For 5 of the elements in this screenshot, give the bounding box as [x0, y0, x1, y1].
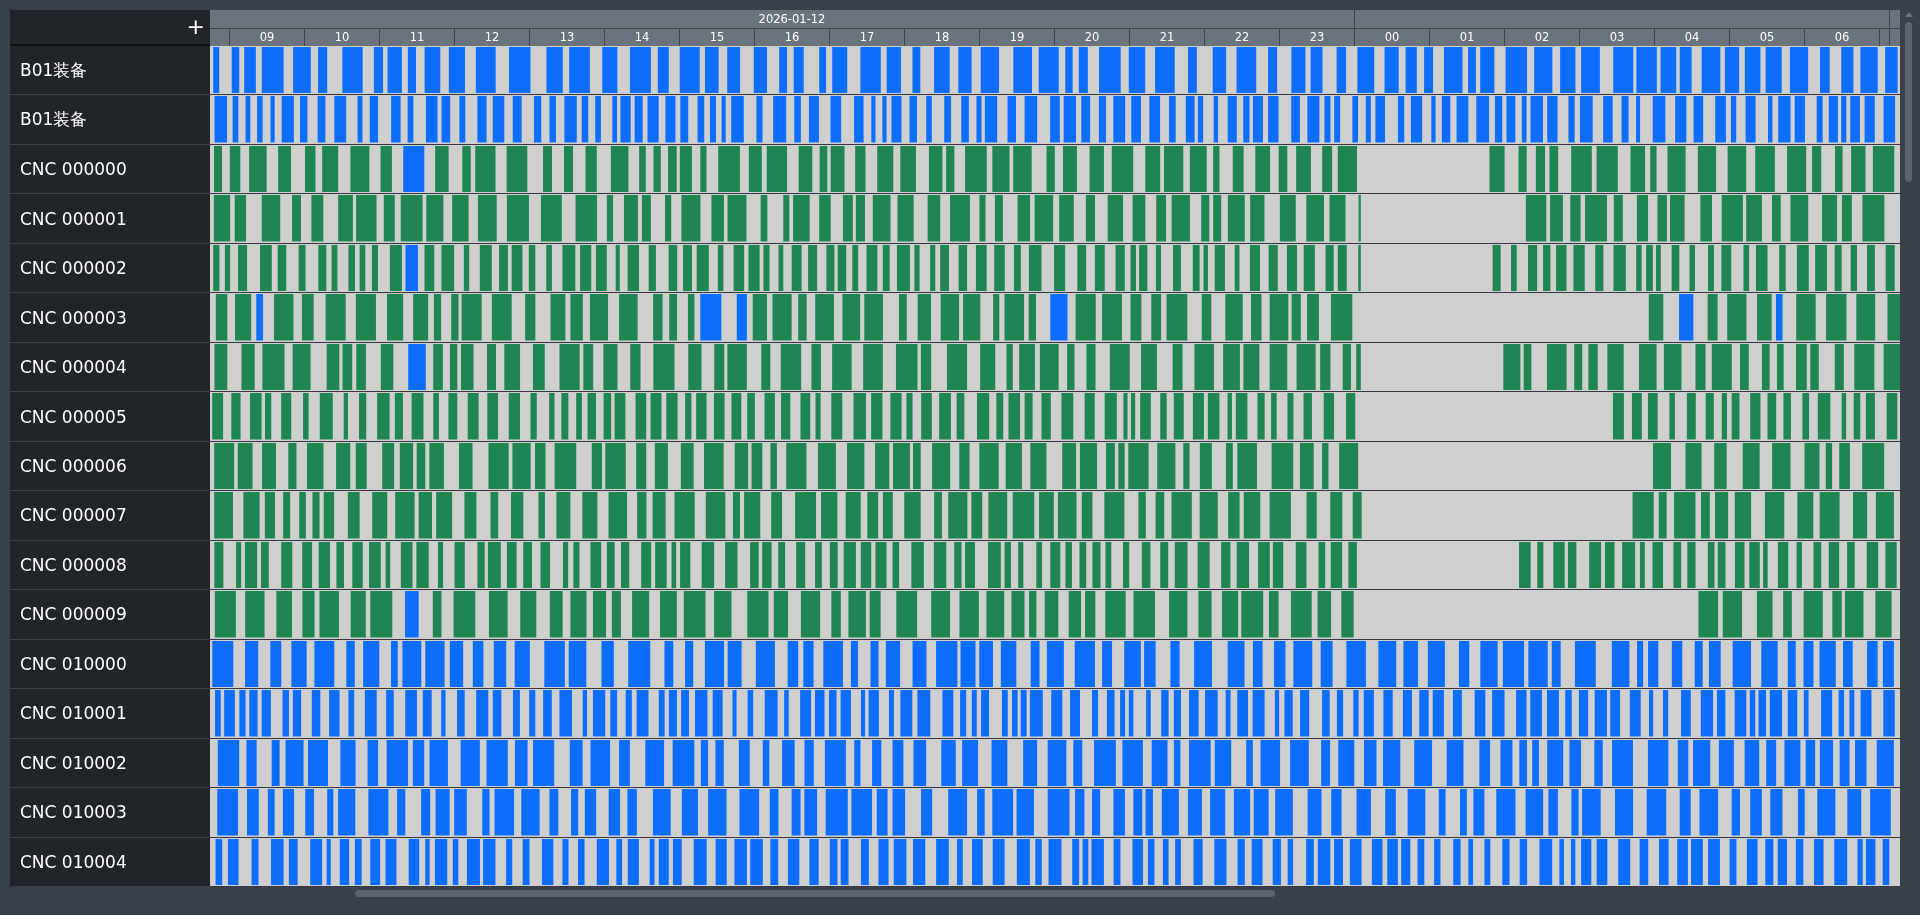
date-header: 2026-01-12 — [230, 10, 1355, 28]
add-button[interactable]: + — [184, 16, 207, 38]
scroll-up-icon[interactable] — [1905, 12, 1913, 17]
vertical-scrollbar-thumb[interactable] — [1905, 22, 1912, 182]
horizontal-scrollbar-thumb[interactable] — [355, 890, 1275, 897]
